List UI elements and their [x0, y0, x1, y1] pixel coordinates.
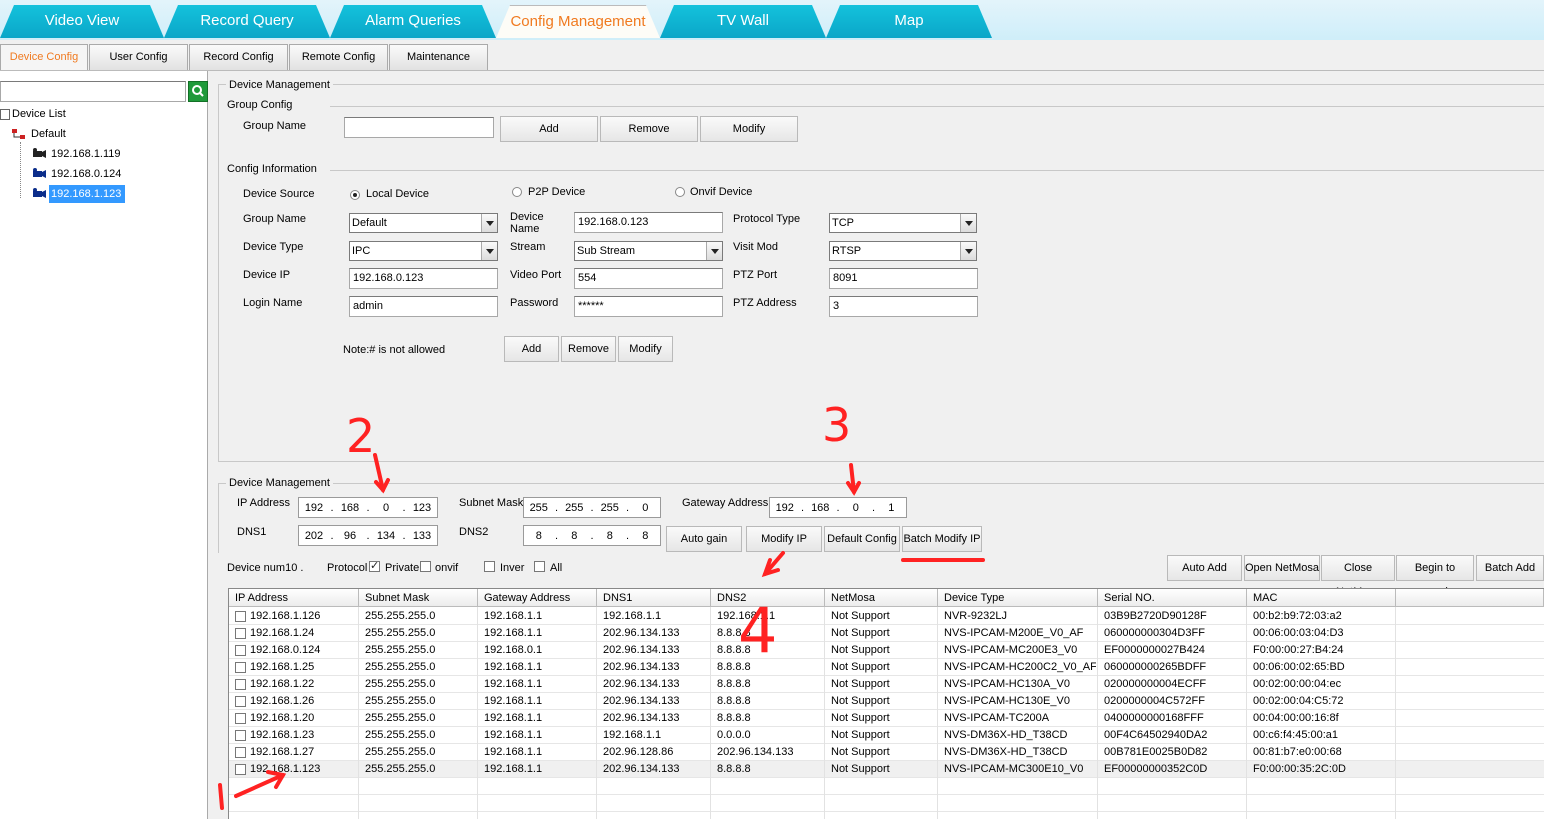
annotation-strokes — [218, 453, 985, 810]
annotation-overlay: 2 3 4 1 — [213, 398, 985, 814]
annotation-3: 3 — [822, 398, 851, 452]
annotation-1: 1 — [213, 789, 227, 814]
annotation-4: 4 — [738, 594, 777, 667]
annotation-2: 2 — [346, 409, 375, 463]
